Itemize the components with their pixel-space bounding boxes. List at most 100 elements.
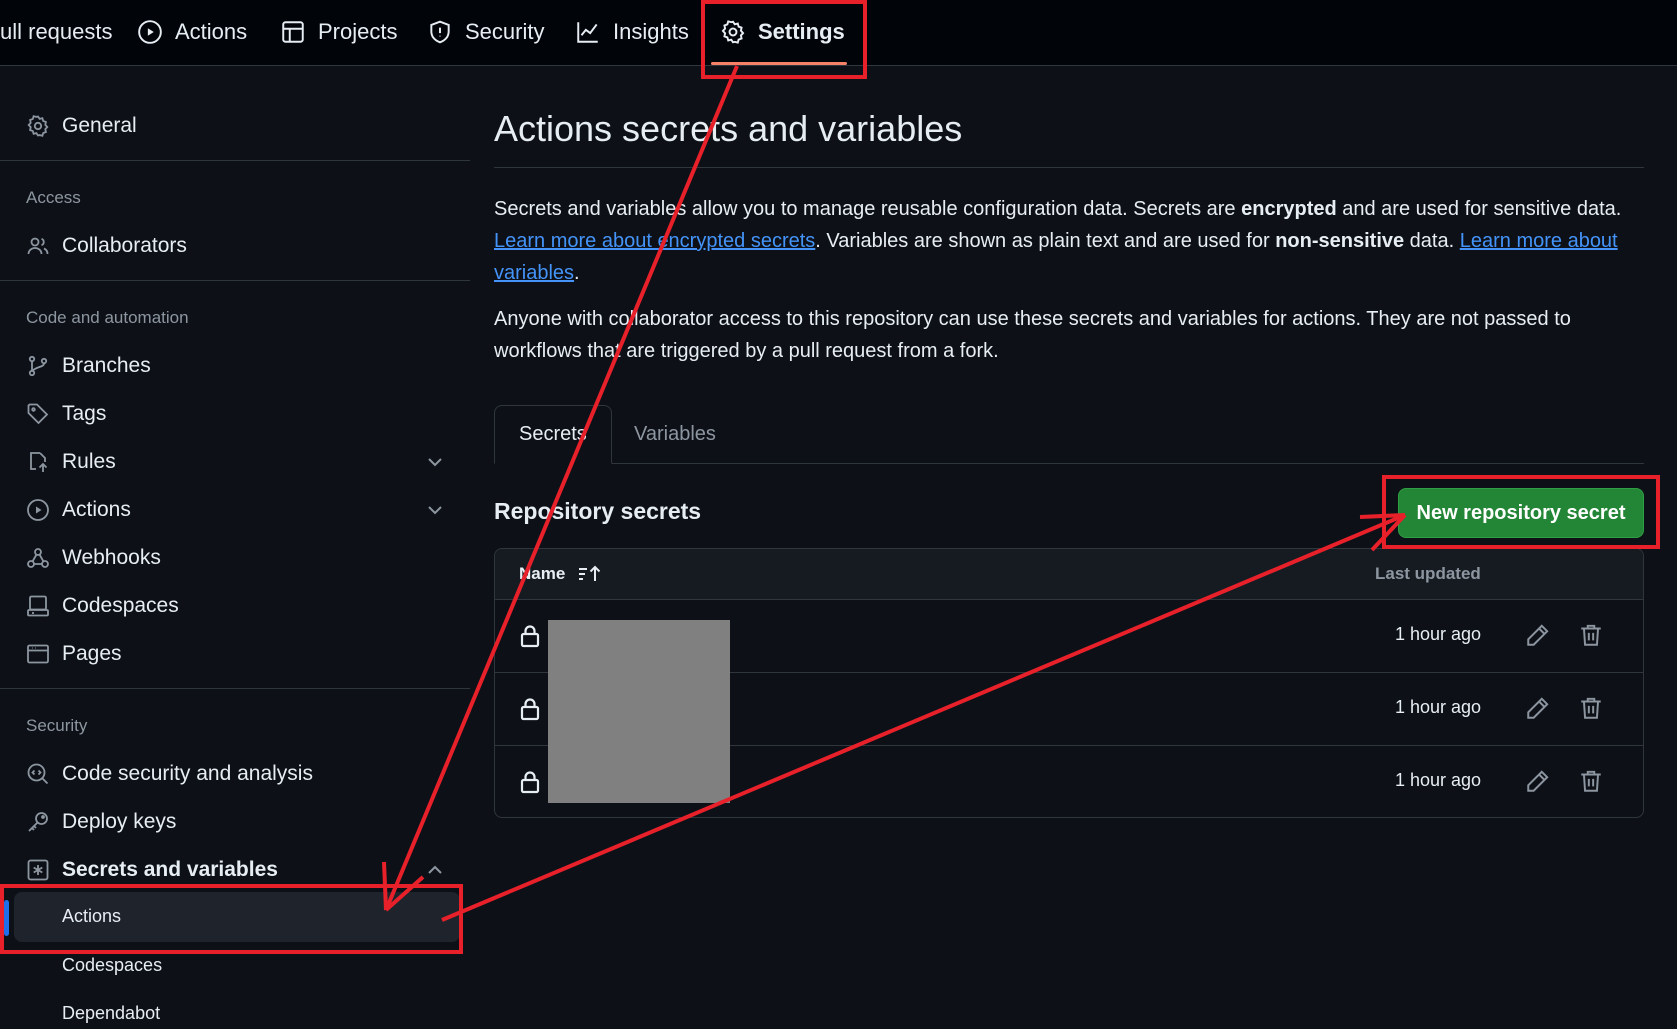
sidebar-divider	[0, 160, 470, 161]
pencil-icon[interactable]	[1525, 622, 1551, 648]
pencil-icon[interactable]	[1525, 768, 1551, 794]
tab-settings[interactable]: Settings	[720, 0, 845, 64]
sidebar-item-secrets-variables[interactable]: Secrets and variables	[26, 850, 278, 890]
link-encrypted-secrets[interactable]: Learn more about encrypted secrets	[494, 230, 815, 252]
trash-icon[interactable]	[1578, 695, 1604, 721]
sidebar-label: Codespaces	[62, 594, 179, 617]
sidebar-item-codespaces[interactable]: Codespaces	[26, 586, 179, 626]
tab-label: ull requests	[0, 19, 113, 44]
last-updated: 1 hour ago	[1395, 697, 1482, 717]
tab-label: Security	[465, 19, 545, 44]
tab-projects[interactable]: Projects	[280, 0, 397, 64]
lock-icon	[520, 625, 540, 648]
pencil-icon[interactable]	[1525, 695, 1551, 721]
last-updated: 1 hour ago	[1395, 770, 1482, 790]
lock-icon	[520, 698, 540, 721]
sidebar-label: Actions	[62, 498, 131, 521]
text: Secrets and variables allow you to manag…	[494, 198, 1242, 220]
tab-label: Projects	[318, 19, 398, 44]
sidebar-label: Branches	[62, 354, 151, 377]
codespaces-icon	[26, 594, 50, 618]
sidebar-heading-code: Code and automation	[26, 308, 189, 327]
text: and are used for sensitive data.	[1336, 198, 1622, 220]
tab-label: Insights	[613, 19, 689, 44]
text: data.	[1404, 230, 1460, 252]
chevron-down-icon[interactable]	[425, 500, 445, 520]
sort-ascending-icon[interactable]	[577, 564, 603, 584]
tab-variables[interactable]: Variables	[610, 405, 740, 464]
asterisk-square-icon	[26, 858, 50, 882]
text: .	[574, 262, 580, 284]
sidebar-label: General	[62, 114, 137, 137]
tab-actions[interactable]: Actions	[137, 0, 247, 64]
sidebar-subitem-codespaces[interactable]: Codespaces	[62, 955, 162, 976]
chevron-down-icon[interactable]	[425, 452, 445, 472]
sidebar-label: Pages	[62, 642, 122, 665]
sidebar-label: Collaborators	[62, 234, 187, 257]
sidebar-label: Rules	[62, 450, 116, 473]
table-header: Name Last updated	[495, 549, 1643, 600]
sidebar-subitem-actions[interactable]: Actions	[62, 906, 121, 927]
git-branch-icon	[26, 354, 50, 378]
active-indicator	[4, 900, 9, 936]
tab-label: Actions	[175, 19, 248, 44]
trash-icon[interactable]	[1578, 768, 1604, 794]
sidebar-item-actions[interactable]: Actions	[26, 490, 131, 530]
repo-nav: ull requests Actions Projects Security I…	[0, 0, 1677, 66]
table-icon	[280, 19, 306, 45]
intro-paragraph: Secrets and variables allow you to manag…	[494, 193, 1649, 289]
sidebar-heading-access: Access	[26, 188, 81, 207]
sidebar-label: Secrets and variables	[62, 858, 278, 881]
chevron-up-icon[interactable]	[425, 860, 445, 880]
sidebar-item-pages[interactable]: Pages	[26, 634, 122, 674]
tab-pull-requests[interactable]: ull requests	[0, 0, 113, 64]
play-circle-icon	[137, 19, 163, 45]
sidebar-divider	[0, 688, 470, 689]
last-updated: 1 hour ago	[1395, 624, 1482, 644]
sidebar-label: Webhooks	[62, 546, 161, 569]
title-divider	[494, 167, 1644, 168]
play-circle-icon	[26, 498, 50, 522]
sidebar-item-tags[interactable]: Tags	[26, 394, 106, 434]
sidebar-item-general[interactable]: General	[26, 106, 137, 146]
tab-security[interactable]: Security	[427, 0, 544, 64]
repo-push-icon	[26, 450, 50, 474]
gear-icon	[26, 114, 50, 138]
tab-label: Settings	[758, 19, 845, 44]
people-icon	[26, 234, 50, 258]
bold-text: encrypted	[1241, 198, 1337, 220]
sidebar-item-code-security[interactable]: Code security and analysis	[26, 754, 313, 794]
tab-secrets[interactable]: Secrets	[494, 405, 612, 464]
lock-icon	[520, 771, 540, 794]
shield-icon	[427, 19, 453, 45]
column-label: Name	[519, 564, 566, 583]
active-tab-underline	[711, 62, 847, 65]
sidebar-heading-security: Security	[26, 716, 88, 735]
page-title: Actions secrets and variables	[494, 108, 963, 149]
text: . Variables are shown as plain text and …	[815, 230, 1276, 252]
trash-icon[interactable]	[1578, 622, 1604, 648]
new-repository-secret-button[interactable]: New repository secret	[1398, 488, 1644, 538]
tab-insights[interactable]: Insights	[575, 0, 689, 64]
gear-icon	[720, 19, 746, 45]
browser-icon	[26, 642, 50, 666]
section-title: Repository secrets	[494, 498, 702, 524]
tag-icon	[26, 402, 50, 426]
sidebar-label: Deploy keys	[62, 810, 177, 833]
webhook-icon	[26, 546, 50, 570]
sidebar-item-collaborators[interactable]: Collaborators	[26, 226, 187, 266]
codescan-icon	[26, 762, 50, 786]
sidebar-divider	[0, 280, 470, 281]
sidebar-label: Tags	[62, 402, 107, 425]
sidebar-item-webhooks[interactable]: Webhooks	[26, 538, 161, 578]
redacted-secret-names	[548, 620, 730, 803]
column-header-last-updated: Last updated	[1375, 564, 1481, 583]
column-header-name[interactable]: Name	[519, 564, 603, 584]
sidebar-subitem-dependabot[interactable]: Dependabot	[62, 1003, 160, 1024]
sidebar-item-deploy-keys[interactable]: Deploy keys	[26, 802, 176, 842]
sidebar-label: Code security and analysis	[62, 762, 313, 785]
sidebar-item-branches[interactable]: Branches	[26, 346, 151, 386]
sidebar-item-rules[interactable]: Rules	[26, 442, 116, 482]
bold-text: non-sensitive	[1275, 230, 1405, 252]
access-paragraph: Anyone with collaborator access to this …	[494, 308, 1571, 362]
